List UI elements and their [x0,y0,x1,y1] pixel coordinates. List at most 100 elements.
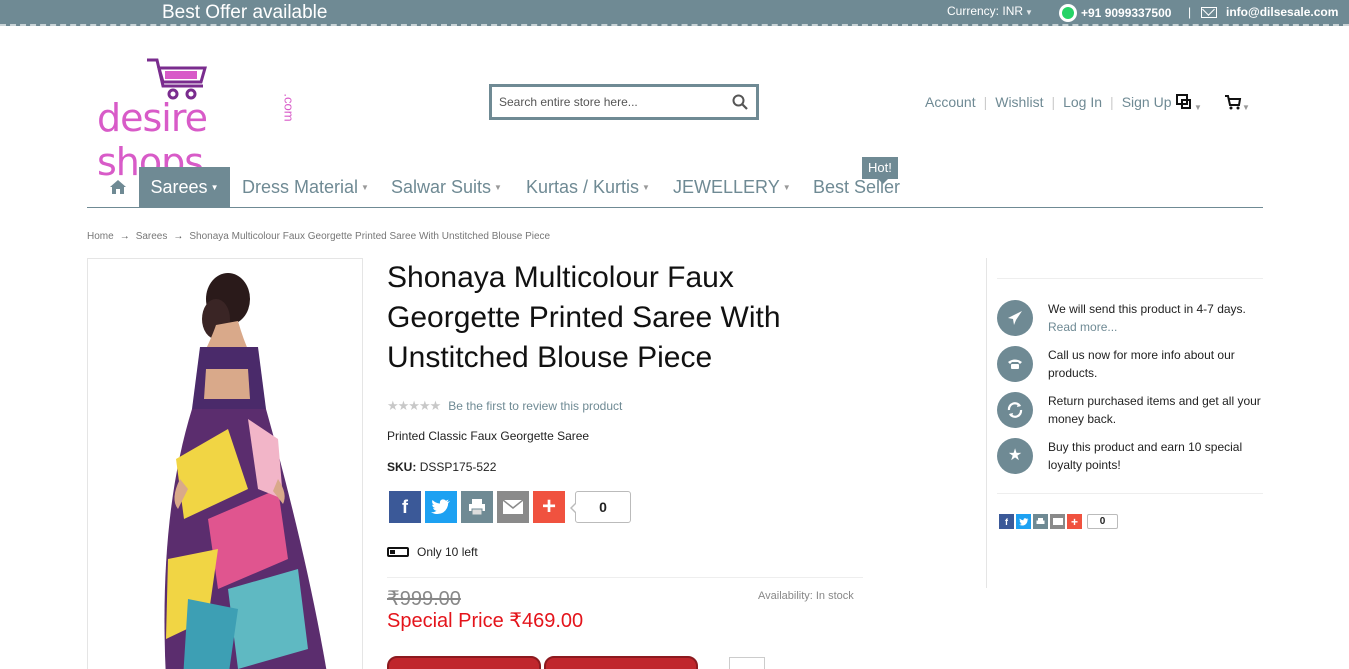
facebook-share-button[interactable]: f [999,514,1014,529]
email-share-button[interactable] [497,491,529,523]
nav-label: Kurtas / Kurtis [526,177,640,197]
feature-text: Buy this product and earn 10 special loy… [1048,440,1243,472]
site-logo[interactable]: desire shops .com [97,56,297,184]
product-title: Shonaya Multicolour Faux Georgette Print… [387,261,781,374]
chevron-down-icon: ▼ [210,183,219,193]
search-box [489,84,759,120]
home-icon [110,180,126,194]
product-sidebar: We will send this product in 4-7 days. R… [986,258,1263,588]
nav-label: Salwar Suits [391,177,492,197]
wishlist-link[interactable]: Wishlist [995,94,1043,110]
share-count: 0 [1087,514,1118,529]
add-to-cart-button[interactable] [387,656,541,669]
nav-item-kurtas[interactable]: Kurtas / Kurtis ▼ [526,167,650,207]
plus-icon: + [541,493,556,520]
buy-now-button[interactable] [544,656,698,669]
arrow-right-icon: → [173,231,184,242]
header-links: Account | Wishlist | Log In | Sign Up [925,94,1172,110]
print-button[interactable] [461,491,493,523]
availability-text: Availability: In stock [758,590,854,602]
chevron-down-icon: ▼ [1242,103,1250,112]
search-icon[interactable] [732,94,748,110]
compare-icon [1176,94,1191,109]
currency-label: Currency: [947,4,1000,18]
main-navigation: Sarees ▼ Dress Material ▼ Salwar Suits ▼ Ku… [87,157,1263,208]
quantity-field[interactable] [729,657,765,669]
signup-link[interactable]: Sign Up [1122,94,1172,110]
chevron-down-icon: ▼ [642,183,650,193]
feature-return: Return purchased items and get all your … [997,392,1263,428]
short-description: Printed Classic Faux Georgette Saree [387,429,590,443]
mail-icon [1201,6,1217,18]
phone-icon [997,346,1033,382]
breadcrumb: Home → Sarees → Shonaya Multicolour Faux… [87,231,550,242]
print-icon [469,499,485,515]
stock-text: Only 10 left [417,545,478,559]
feature-shipping: We will send this product in 4-7 days. R… [997,300,1263,336]
email-share-button[interactable] [1050,514,1065,529]
email-address: info@dilsesale.com [1226,5,1339,19]
nav-item-salwar-suits[interactable]: Salwar Suits ▼ [391,167,502,207]
sku-value: DSSP175-522 [419,460,497,474]
share-count: 0 [570,491,631,523]
sku-label: SKU: [387,460,417,474]
feature-text: Call us now for more info about our prod… [1048,348,1235,380]
share-buttons: f + 0 [389,491,631,523]
chevron-down-icon: ▼ [1194,103,1202,112]
breadcrumb-home[interactable]: Home [87,231,114,242]
search-input[interactable] [492,88,722,116]
nav-label: JEWELLERY [673,177,780,197]
special-price: Special Price ₹469.00 [387,610,584,632]
divider [997,278,1263,279]
nav-item-dress-material[interactable]: Dress Material ▼ [242,167,369,207]
feature-text: We will send this product in 4-7 days. [1048,302,1246,316]
arrow-right-icon: → [119,231,130,242]
facebook-icon: f [402,496,408,517]
nav-label: Dress Material [242,177,359,197]
review-link[interactable]: Be the first to review this product [448,399,622,413]
sidebar-share-buttons: f + 0 [999,514,1118,529]
breadcrumb-sarees[interactable]: Sarees [136,231,168,242]
print-icon [1036,517,1045,524]
plus-icon: + [1070,514,1078,529]
add-share-button[interactable]: + [1067,514,1082,529]
twitter-share-button[interactable] [1016,514,1031,529]
breadcrumb-current: Shonaya Multicolour Faux Georgette Print… [189,231,551,242]
twitter-share-button[interactable] [425,491,457,523]
currency-value: INR [1002,4,1024,18]
star-rating-icon: ★★★★★ [387,398,441,413]
cart-button[interactable]: ▼ [1224,94,1250,115]
login-link[interactable]: Log In [1063,94,1102,110]
product-image[interactable] [87,258,363,669]
divider [387,577,863,578]
nav-item-sarees[interactable]: Sarees ▼ [139,167,230,207]
rating-row: ★★★★★ Be the first to review this produc… [387,398,622,414]
feature-text: Return purchased items and get all your … [1048,394,1261,426]
whatsapp-icon [1059,4,1077,22]
twitter-icon [431,499,450,514]
nav-home[interactable] [109,179,127,219]
read-more-link[interactable]: Read more... [1048,318,1246,336]
twitter-icon [1018,517,1028,525]
stock-indicator: Only 10 left [387,545,478,559]
star-icon: ★ [997,438,1033,474]
envelope-icon [1052,518,1063,525]
facebook-share-button[interactable]: f [389,491,421,523]
phone-contact[interactable]: +91 9099337500 [1059,4,1171,22]
top-bar: Best Offer available Currency: INR ▼ +91 … [0,0,1349,26]
compare-button[interactable]: ▼ [1176,94,1202,115]
currency-selector[interactable]: Currency: INR ▼ [947,4,1033,18]
divider: | [983,94,988,110]
divider: | [1110,94,1114,110]
cart-icon [1225,95,1242,110]
feature-loyalty: ★ Buy this product and earn 10 special l… [997,438,1263,474]
email-contact[interactable]: info@dilsesale.com [1201,5,1338,19]
nav-item-jewellery[interactable]: JEWELLERY ▼ [673,167,791,207]
sku-row: SKU: DSSP175-522 [387,460,496,474]
print-button[interactable] [1033,514,1048,529]
logo-suffix: .com [281,93,297,122]
add-share-button[interactable]: + [533,491,565,523]
airplane-icon [997,300,1033,336]
chevron-down-icon: ▼ [361,183,369,193]
account-link[interactable]: Account [925,94,976,110]
